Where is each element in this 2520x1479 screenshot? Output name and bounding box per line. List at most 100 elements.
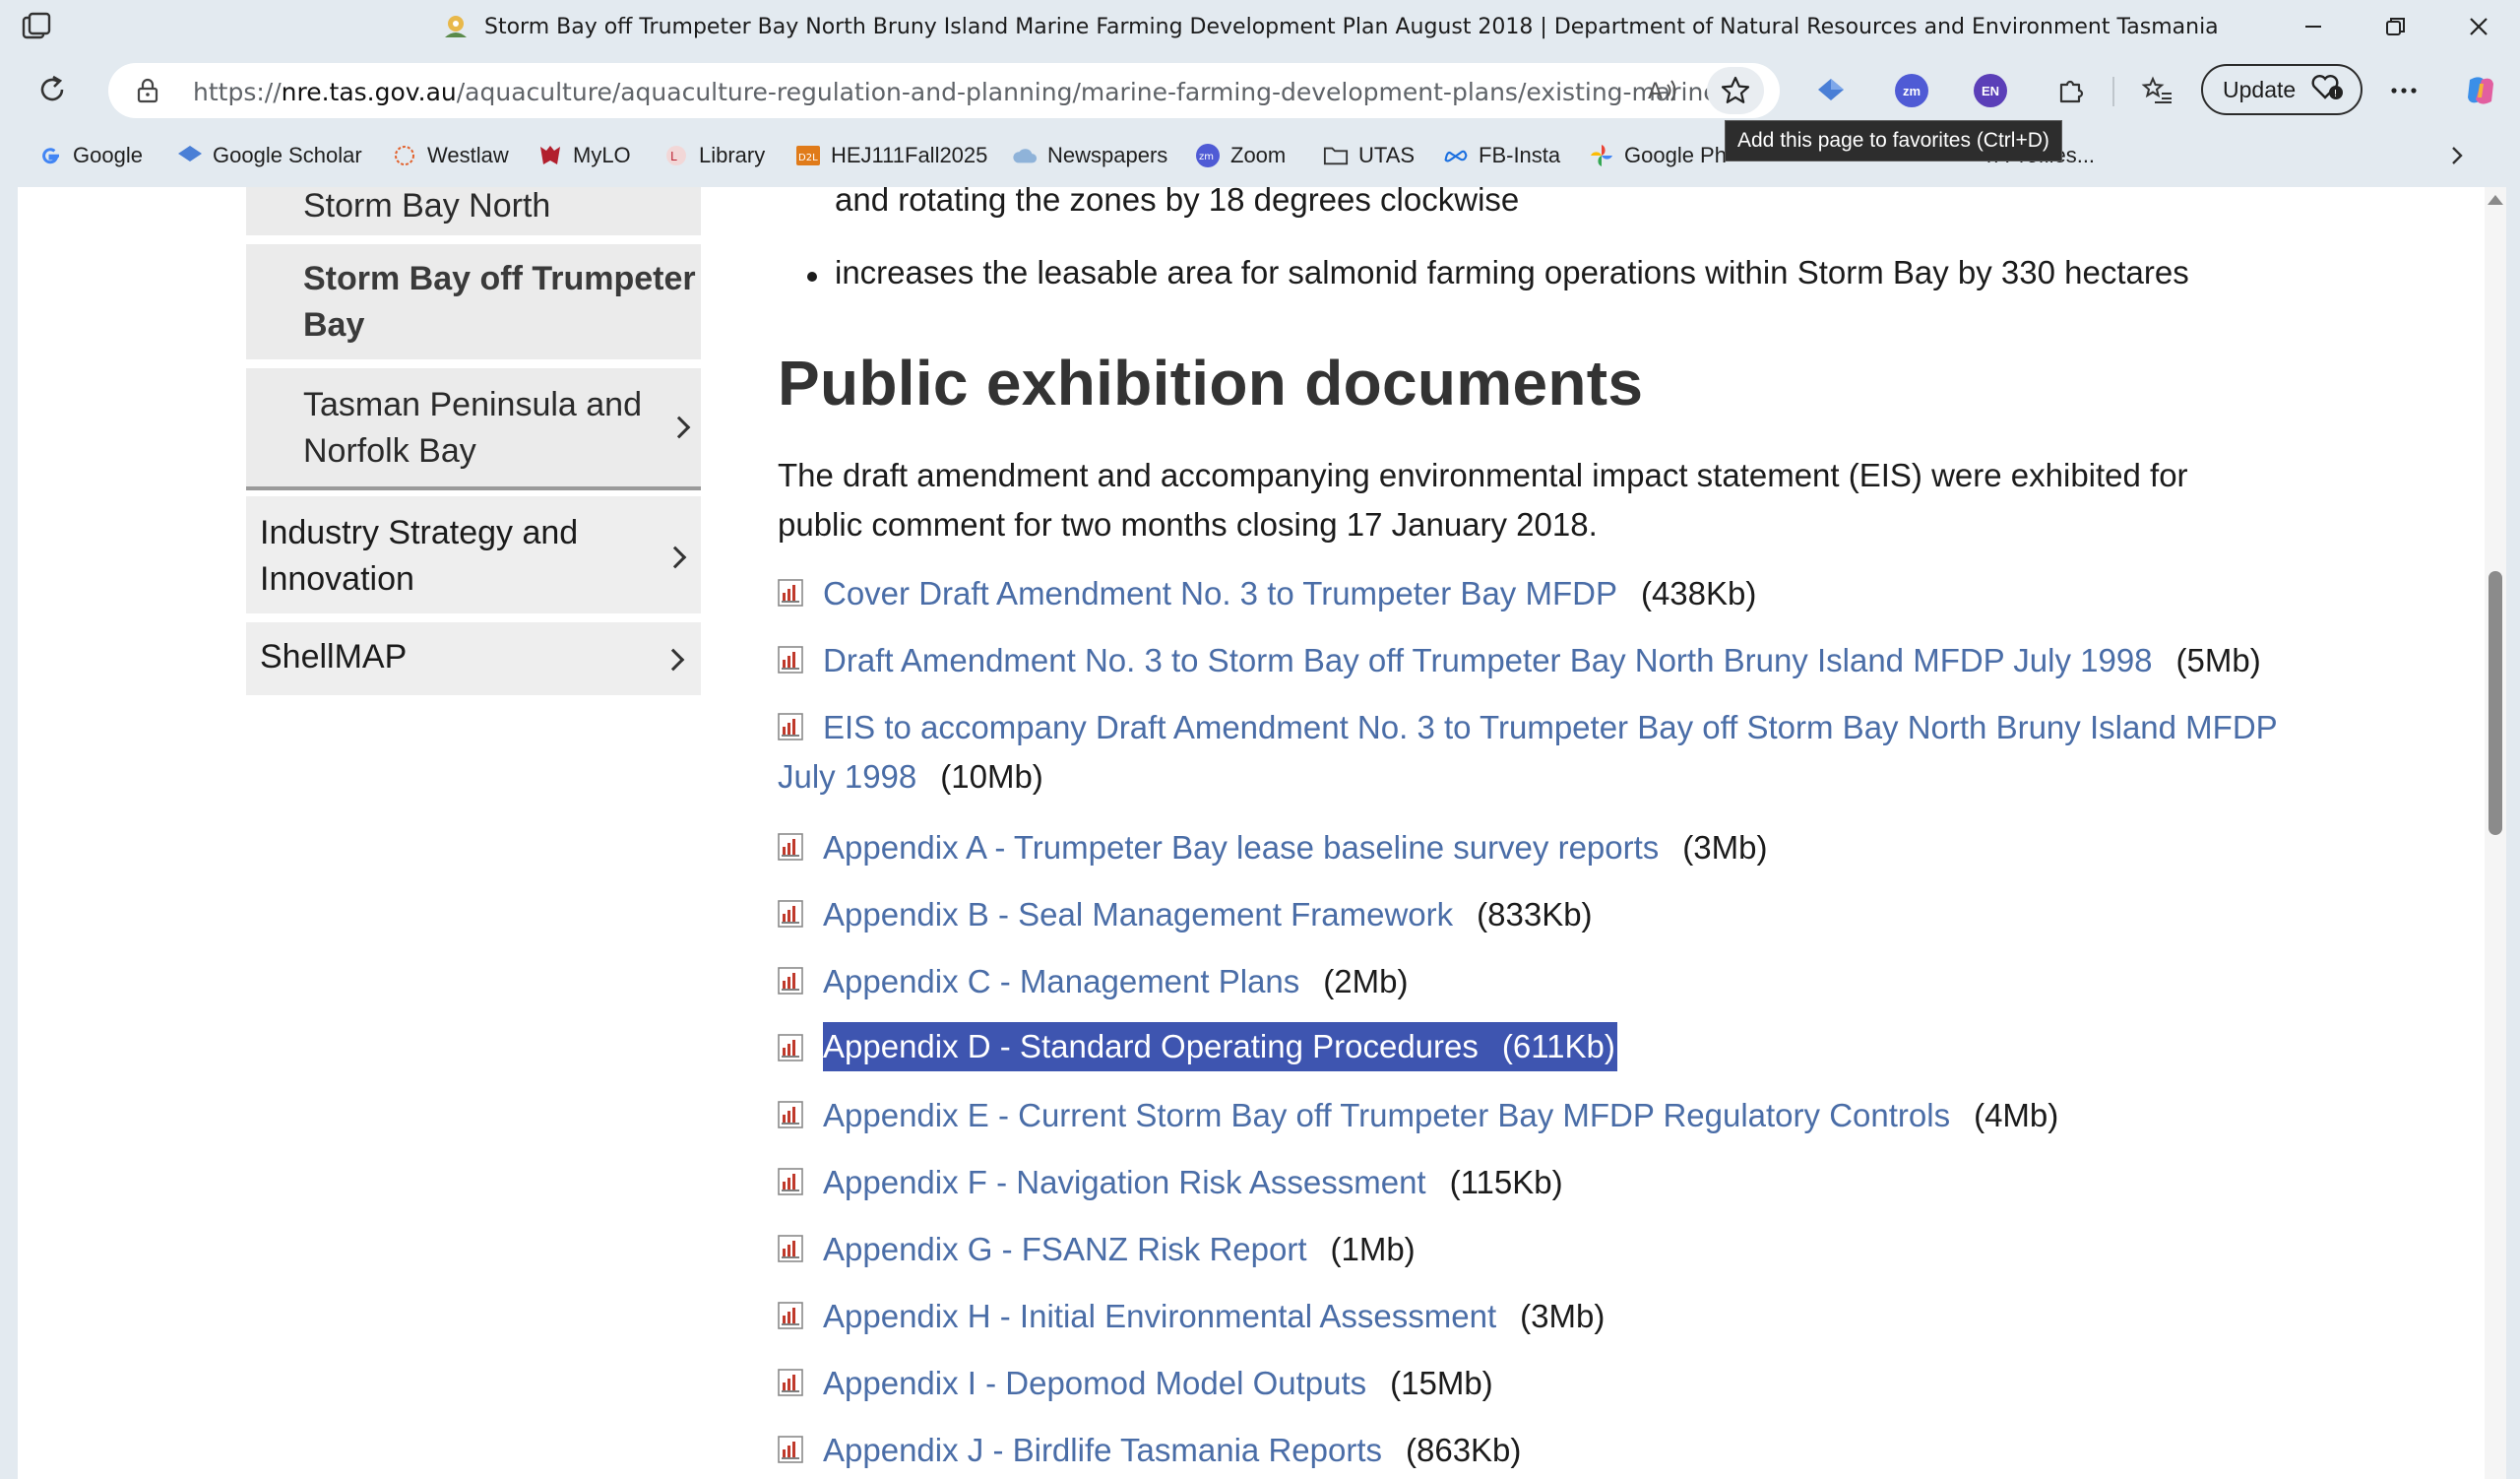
favorites-list-icon[interactable]	[2136, 69, 2179, 112]
document-link-wrapper[interactable]: Appendix E - Current Storm Bay off Trump…	[823, 1093, 2058, 1138]
scrollbar-thumb[interactable]	[2488, 571, 2502, 835]
selected-document-link[interactable]: Appendix D - Standard Operating Procedur…	[823, 1022, 1617, 1071]
document-link[interactable]: Appendix C - Management Plans	[823, 963, 1299, 999]
document-link-line-2[interactable]: July 1998	[778, 758, 916, 795]
document-link[interactable]: Appendix E - Current Storm Bay off Trump…	[823, 1097, 1950, 1133]
url-text[interactable]: https://nre.tas.gov.au/aquaculture/aquac…	[193, 78, 1751, 106]
favorite-library[interactable]: L Library	[663, 138, 765, 173]
document-link[interactable]: Appendix J - Birdlife Tasmania Reports	[823, 1432, 1382, 1468]
file-size: (5Mb)	[2175, 642, 2261, 678]
document-link[interactable]: Appendix F - Navigation Risk Assessment	[823, 1164, 1426, 1200]
vertical-scrollbar[interactable]	[2485, 187, 2506, 1479]
title-bar: Storm Bay off Trumpeter Bay North Bruny …	[0, 0, 2520, 53]
scholar-icon	[177, 143, 203, 168]
favorite-fb-insta[interactable]: FB-Insta	[1443, 138, 1560, 173]
file-size: (15Mb)	[1390, 1365, 1493, 1401]
folder-icon	[1323, 143, 1349, 168]
file-size: (10Mb)	[940, 758, 1043, 795]
favorite-hej111fall2025[interactable]: D2L HEJ111Fall2025	[795, 138, 987, 173]
intro-text-line-1: The draft amendment and accompanying env…	[778, 457, 2188, 493]
file-size: (833Kb)	[1477, 896, 1593, 932]
close-icon[interactable]	[2451, 8, 2506, 45]
navigation-bar: https://nre.tas.gov.au/aquaculture/aquac…	[0, 53, 2520, 126]
minimize-button[interactable]	[2286, 8, 2341, 45]
section-heading: Public exhibition documents	[778, 348, 1644, 418]
document-link-wrapper[interactable]: Appendix A - Trumpeter Bay lease baselin…	[823, 825, 1767, 870]
read-aloud-icon[interactable]: A	[1646, 75, 1679, 106]
westlaw-icon	[392, 143, 417, 168]
document-link-wrapper[interactable]: Appendix F - Navigation Risk Assessment (…	[823, 1160, 1563, 1205]
sidebar-item-industry-strategy[interactable]: Industry Strategy and Innovation	[246, 496, 701, 618]
sidebar-item-storm-bay-off-trumpeter-bay[interactable]: Storm Bay off Trumpeter Bay	[246, 244, 701, 364]
pdf-document-icon	[778, 831, 803, 861]
document-link-wrapper[interactable]: Draft Amendment No. 3 to Storm Bay off T…	[823, 638, 2261, 683]
scroll-up-arrow-icon[interactable]	[2488, 195, 2503, 205]
svg-text:L: L	[670, 150, 677, 163]
file-size: (3Mb)	[1682, 829, 1768, 866]
favorite-google-scholar[interactable]: Google Scholar	[177, 138, 362, 173]
document-link[interactable]: Appendix B - Seal Management Framework	[823, 896, 1453, 932]
file-size: (1Mb)	[1330, 1231, 1416, 1267]
update-button[interactable]: Update !	[2201, 64, 2362, 115]
favorites-bar: Google Google Scholar Westlaw MyLO L Lib…	[0, 126, 2520, 185]
zoom-extension-icon[interactable]: zm	[1890, 69, 1933, 112]
refresh-icon[interactable]	[32, 69, 73, 110]
sidebar-item-shellmap[interactable]: ShellMAP	[246, 622, 701, 695]
pdf-document-icon	[778, 1233, 803, 1262]
update-label: Update	[2223, 76, 2297, 102]
lock-icon[interactable]	[134, 77, 161, 104]
add-favorite-star-icon[interactable]	[1707, 67, 1764, 114]
document-link-wrapper[interactable]: Appendix H - Initial Environmental Asses…	[823, 1294, 1605, 1339]
file-size: (611Kb)	[1501, 1028, 1615, 1064]
pdf-document-icon	[778, 711, 803, 740]
scholar-extension-icon[interactable]	[1809, 69, 1853, 112]
chevron-right-icon	[663, 546, 687, 569]
document-link[interactable]: Cover Draft Amendment No. 3 to Trumpeter…	[823, 575, 1617, 611]
intro-text-line-2: public comment for two months closing 17…	[778, 506, 1598, 543]
document-link-wrapper[interactable]: Cover Draft Amendment No. 3 to Trumpeter…	[823, 571, 1756, 616]
pdf-document-icon	[778, 1166, 803, 1195]
favorite-google-photos[interactable]: Google Ph	[1589, 138, 1727, 173]
copilot-icon[interactable]	[2459, 69, 2502, 112]
document-link-wrapper[interactable]: Appendix I - Depomod Model Outputs (15Mb)	[823, 1361, 1493, 1406]
document-link[interactable]: Draft Amendment No. 3 to Storm Bay off T…	[823, 642, 2153, 678]
favorite-newspapers[interactable]: Newspapers	[1012, 138, 1167, 173]
favorite-westlaw[interactable]: Westlaw	[392, 138, 509, 173]
sidebar-item-tasman-peninsula[interactable]: Tasman Peninsula and Norfolk Bay	[246, 368, 701, 490]
document-link-wrapper[interactable]: Appendix B - Seal Management Framework (8…	[823, 892, 1593, 937]
document-link[interactable]: Appendix A - Trumpeter Bay lease baselin…	[823, 829, 1659, 866]
library-icon: L	[663, 143, 689, 168]
more-options-icon[interactable]	[2382, 69, 2426, 112]
document-link-wrapper[interactable]: Appendix C - Management Plans (2Mb)	[823, 959, 1408, 1004]
restore-button[interactable]	[2368, 8, 2424, 45]
favorite-utas[interactable]: UTAS	[1323, 138, 1415, 173]
update-heart-icon: !	[2309, 71, 2345, 108]
document-link[interactable]: Appendix D - Standard Operating Procedur…	[823, 1028, 1479, 1064]
favorite-google[interactable]: Google	[37, 138, 143, 173]
svg-text:zm: zm	[1199, 152, 1214, 162]
document-link[interactable]: EIS to accompany Draft Amendment No. 3 t…	[823, 705, 2278, 750]
page-viewport: Storm Bay North Storm Bay off Trumpeter …	[18, 187, 2506, 1479]
favorite-zoom[interactable]: zm Zoom	[1195, 138, 1286, 173]
meta-icon	[1443, 143, 1469, 168]
workspaces-icon[interactable]	[22, 12, 55, 41]
document-link[interactable]: Appendix G - FSANZ Risk Report	[823, 1231, 1307, 1267]
language-extension-icon[interactable]: EN	[1969, 69, 2012, 112]
file-size: (4Mb)	[1974, 1097, 2059, 1133]
sidebar-item-storm-bay-north[interactable]: Storm Bay North	[246, 187, 701, 240]
favorite-mylo[interactable]: MyLO	[537, 138, 631, 173]
d2l-icon: D2L	[795, 143, 821, 168]
document-link-wrapper[interactable]: Appendix G - FSANZ Risk Report (1Mb)	[823, 1227, 1416, 1272]
file-size: (2Mb)	[1323, 963, 1409, 999]
document-link[interactable]: Appendix H - Initial Environmental Asses…	[823, 1298, 1496, 1334]
chevron-right-icon[interactable]	[2437, 136, 2477, 175]
document-link-continuation[interactable]: July 1998 (10Mb)	[778, 754, 1043, 800]
file-size: (863Kb)	[1406, 1432, 1522, 1468]
document-link-wrapper[interactable]: Appendix J - Birdlife Tasmania Reports (8…	[823, 1428, 1521, 1473]
address-bar[interactable]: https://nre.tas.gov.au/aquaculture/aquac…	[108, 63, 1780, 118]
pdf-document-icon	[778, 644, 803, 674]
mylo-icon	[537, 143, 563, 168]
extensions-puzzle-icon[interactable]	[2049, 69, 2093, 112]
file-size: (115Kb)	[1449, 1164, 1563, 1200]
document-link[interactable]: Appendix I - Depomod Model Outputs	[823, 1365, 1366, 1401]
